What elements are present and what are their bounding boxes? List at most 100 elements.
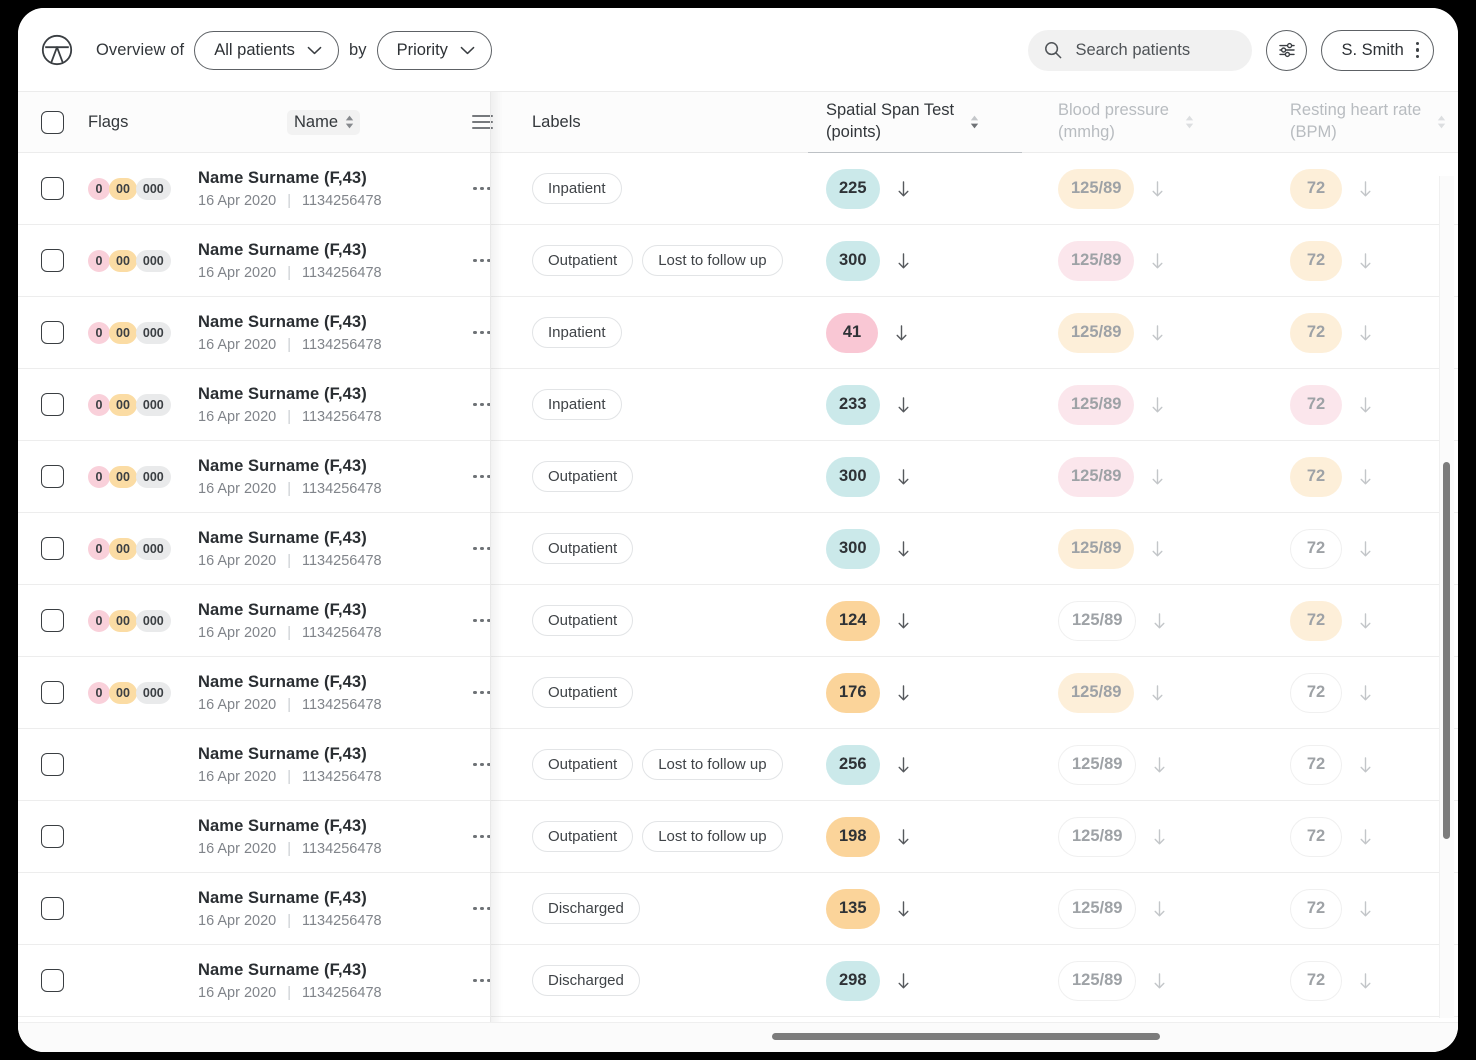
resting-heart-rate-value[interactable]: 72 [1290, 312, 1342, 353]
blood-pressure-value[interactable]: 125/89 [1058, 384, 1135, 425]
patient-label-pill[interactable]: Inpatient [532, 173, 622, 204]
flag-badge[interactable]: 000 [135, 321, 171, 344]
name-sort-control[interactable]: Name [286, 109, 360, 135]
resting-heart-rate-value[interactable]: 72 [1290, 600, 1342, 641]
user-menu-button[interactable]: S. Smith [1321, 29, 1434, 71]
flag-badge[interactable]: 000 [135, 537, 171, 560]
flag-badge[interactable]: 00 [109, 177, 137, 200]
spatial-span-test-value[interactable]: 198 [826, 816, 880, 857]
row-select-checkbox[interactable] [40, 321, 64, 344]
spatial-span-test-value[interactable]: 256 [826, 744, 880, 785]
row-select-checkbox[interactable] [40, 609, 64, 632]
resting-heart-rate-value[interactable]: 72 [1290, 240, 1342, 281]
column-header-labels[interactable]: Labels [508, 92, 808, 152]
spatial-span-test-value[interactable]: 124 [826, 600, 880, 641]
table-row[interactable]: 0 00 000 Name Surname (F,43) 16 Apr 2020 | 113… [18, 585, 1458, 657]
flag-badge[interactable]: 00 [109, 609, 137, 632]
row-select-checkbox[interactable] [40, 465, 64, 488]
resting-heart-rate-value[interactable]: 72 [1290, 888, 1342, 929]
flag-badge[interactable]: 0 [88, 321, 110, 344]
row-select-checkbox[interactable] [40, 537, 64, 560]
flag-badge[interactable]: 000 [135, 393, 171, 416]
sort-updown-icon[interactable] [1185, 115, 1194, 129]
flag-badge[interactable]: 000 [135, 681, 171, 704]
resting-heart-rate-value[interactable]: 72 [1290, 168, 1342, 209]
blood-pressure-value[interactable]: 125/89 [1058, 240, 1135, 281]
spatial-span-test-value[interactable]: 135 [826, 888, 880, 929]
row-name-cell[interactable]: Name Surname (F,43) 16 Apr 2020 | 113425647… [192, 801, 456, 872]
flag-badge[interactable]: 00 [109, 321, 137, 344]
table-row[interactable]: 0 00 000 Name Surname (F,43) 16 Apr 2020 | 113… [18, 441, 1458, 513]
resting-heart-rate-value[interactable]: 72 [1290, 672, 1342, 713]
blood-pressure-value[interactable]: 125/89 [1058, 960, 1137, 1001]
flag-badge[interactable]: 000 [135, 609, 171, 632]
row-more-actions-icon[interactable] [473, 906, 491, 911]
cohort-select[interactable]: All patients [194, 30, 339, 70]
blood-pressure-value[interactable]: 125/89 [1058, 816, 1137, 857]
flag-badge[interactable]: 000 [135, 249, 171, 272]
resting-heart-rate-value[interactable]: 72 [1290, 816, 1342, 857]
column-header-spatial-span-test[interactable]: Spatial Span Test (points) [808, 92, 1040, 153]
row-select-checkbox[interactable] [40, 681, 64, 704]
sort-by-select[interactable]: Priority [376, 30, 492, 70]
flag-badge[interactable]: 000 [135, 465, 171, 488]
row-select-checkbox[interactable] [40, 177, 64, 200]
patient-label-pill[interactable]: Lost to follow up [642, 749, 783, 780]
row-more-actions-icon[interactable] [473, 546, 491, 551]
row-more-actions-icon[interactable] [473, 258, 491, 263]
row-select-checkbox[interactable] [40, 249, 64, 272]
flag-badge[interactable]: 0 [88, 249, 110, 272]
row-select-checkbox[interactable] [40, 753, 64, 776]
flag-badge[interactable]: 0 [88, 465, 110, 488]
table-row[interactable]: 0 00 000 Name Surname (F,43) 16 Apr 2020 | 113… [18, 369, 1458, 441]
vertical-scrollbar-thumb[interactable] [1443, 462, 1450, 839]
flag-badge[interactable]: 00 [109, 537, 137, 560]
row-name-cell[interactable]: Name Surname (F,43) 16 Apr 2020 | 113425647… [192, 369, 456, 440]
column-header-flags[interactable]: Flags [86, 92, 192, 152]
flag-badge[interactable]: 00 [109, 249, 137, 272]
table-row[interactable]: Name Surname (F,43) 16 Apr 2020 | 113425647… [18, 873, 1458, 945]
patient-label-pill[interactable]: Discharged [532, 965, 640, 996]
column-header-blood-pressure[interactable]: Blood pressure (mmhg) [1040, 92, 1272, 152]
patient-label-pill[interactable]: Inpatient [532, 317, 622, 348]
horizontal-scrollbar-thumb[interactable] [772, 1033, 1160, 1040]
blood-pressure-value[interactable]: 125/89 [1058, 456, 1135, 497]
flag-badge[interactable]: 00 [109, 681, 137, 704]
patient-label-pill[interactable]: Inpatient [532, 389, 622, 420]
spatial-span-test-value[interactable]: 300 [826, 240, 880, 281]
row-name-cell[interactable]: Name Surname (F,43) 16 Apr 2020 | 113425647… [192, 945, 456, 1016]
flag-badge[interactable]: 0 [88, 537, 110, 560]
column-header-resting-heart-rate[interactable]: Resting heart rate (BPM) [1272, 92, 1458, 152]
table-row[interactable]: 0 00 000 Name Surname (F,43) 16 Apr 2020 | 113… [18, 225, 1458, 297]
flag-badge[interactable]: 0 [88, 681, 110, 704]
row-name-cell[interactable]: Name Surname (F,43) 16 Apr 2020 | 113425647… [192, 729, 456, 800]
flag-badge[interactable]: 0 [88, 609, 110, 632]
table-row[interactable]: 0 00 000 Name Surname (F,43) 16 Apr 2020 | 113… [18, 513, 1458, 585]
table-row[interactable]: Name Surname (F,43) 16 Apr 2020 | 113425647… [18, 945, 1458, 1017]
flag-badge[interactable]: 0 [88, 177, 110, 200]
patient-label-pill[interactable]: Outpatient [532, 821, 634, 852]
row-name-cell[interactable]: Name Surname (F,43) 16 Apr 2020 | 113425647… [192, 873, 456, 944]
horizontal-scrollbar-track[interactable] [18, 1022, 1458, 1052]
table-row[interactable]: Name Surname (F,43) 16 Apr 2020 | 113425647… [18, 729, 1458, 801]
flag-badge[interactable]: 0 [88, 393, 110, 416]
spatial-span-test-value[interactable]: 225 [826, 168, 880, 209]
patient-label-pill[interactable]: Lost to follow up [642, 245, 783, 276]
flag-badge[interactable]: 00 [109, 465, 137, 488]
resting-heart-rate-value[interactable]: 72 [1290, 456, 1342, 497]
row-name-cell[interactable]: Name Surname (F,43) 16 Apr 2020 | 113425647… [192, 513, 456, 584]
blood-pressure-value[interactable]: 125/89 [1058, 600, 1137, 641]
table-row[interactable]: 0 00 000 Name Surname (F,43) 16 Apr 2020 | 113… [18, 153, 1458, 225]
flag-badge[interactable]: 000 [135, 177, 171, 200]
row-name-cell[interactable]: Name Surname (F,43) 16 Apr 2020 | 113425647… [192, 225, 456, 296]
resting-heart-rate-value[interactable]: 72 [1290, 528, 1342, 569]
row-name-cell[interactable]: Name Surname (F,43) 16 Apr 2020 | 113425647… [192, 153, 456, 224]
row-select-checkbox[interactable] [40, 969, 64, 992]
patient-label-pill[interactable]: Outpatient [532, 533, 634, 564]
spatial-span-test-value[interactable]: 300 [826, 456, 880, 497]
patient-label-pill[interactable]: Lost to follow up [642, 821, 783, 852]
patient-label-pill[interactable]: Outpatient [532, 461, 634, 492]
resting-heart-rate-value[interactable]: 72 [1290, 744, 1342, 785]
row-select-checkbox[interactable] [40, 825, 64, 848]
row-more-actions-icon[interactable] [473, 618, 491, 623]
